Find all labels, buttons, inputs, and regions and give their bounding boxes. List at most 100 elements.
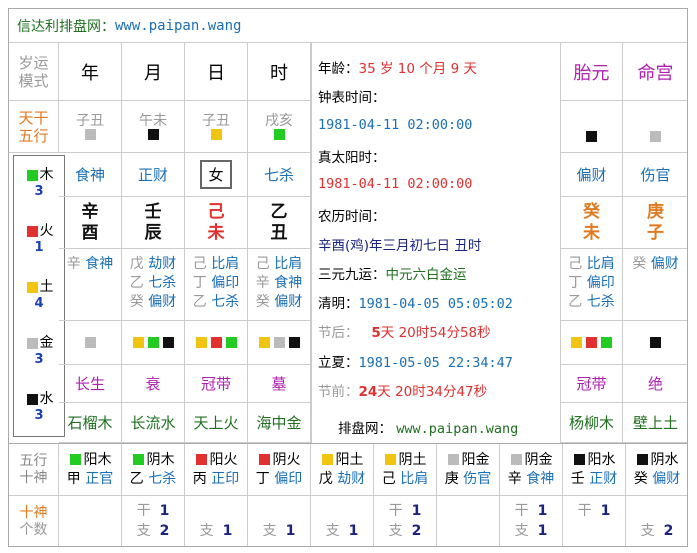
- tg-god: 正官: [85, 470, 114, 487]
- label-wuxing-shishen: 五行 十神: [9, 444, 59, 496]
- hidden-taiyuan-god-2: 偏印: [586, 274, 615, 291]
- count-zhi-value: 1: [285, 522, 296, 539]
- pillar-year: 辛酉: [59, 197, 122, 249]
- hidden-minggong-god-1: 偏财: [650, 256, 679, 272]
- count-cell: 支 1: [311, 496, 374, 546]
- hidden-day: 己 比肩 丁 偏印 乙 七杀: [185, 249, 248, 321]
- site-label-bottom: 排盘网：: [338, 421, 392, 437]
- stage-hour: 墓: [248, 365, 311, 403]
- header-minggong: 命宫: [623, 43, 687, 101]
- before-minutes: 34: [425, 384, 443, 400]
- nayin-minggong: 壁上土: [623, 403, 687, 443]
- label-tiangan-2: 五行: [18, 126, 49, 145]
- before-hours: 20: [395, 384, 413, 400]
- tg-element-square: [448, 454, 460, 466]
- label-bottom-2a: 十神: [19, 504, 48, 521]
- age-label: 年龄：: [318, 61, 359, 77]
- count-zhi-label: 支: [388, 522, 403, 539]
- kong-month: 午未: [122, 101, 185, 153]
- tg-yinyang: 阳土: [335, 451, 364, 468]
- tengod-cell: 阴金 辛 食神: [500, 444, 563, 496]
- site-url-bottom[interactable]: www.paipan.wang: [396, 421, 518, 437]
- label-tiangan-1: 天干: [18, 108, 49, 127]
- tengod-cell: 阴水 癸 偏财: [626, 444, 687, 496]
- water-label: 水: [39, 391, 54, 407]
- label-bottom-1b: 十神: [19, 469, 48, 486]
- square-day: [210, 129, 222, 141]
- kong-hour: 戌亥: [248, 101, 311, 153]
- count-cell: 干 1: [563, 496, 626, 546]
- count-cell: 支 1: [185, 496, 248, 546]
- nayin-month: 长流水: [122, 403, 185, 443]
- kong-taiyuan: [561, 101, 623, 153]
- tg-element-square: [70, 454, 82, 466]
- tg-god: 正印: [211, 470, 240, 487]
- count-gan-value: 1: [537, 502, 548, 519]
- age-days: 9: [450, 61, 460, 77]
- stem-minggong: 庚: [647, 202, 664, 223]
- tg-stem: 丁: [255, 470, 270, 487]
- sanyuan-row: 三元九运：中元六白金运: [318, 263, 467, 283]
- hidden-day-god-3: 七杀: [211, 293, 240, 310]
- before-days-unit: 天: [377, 384, 391, 400]
- after-minutes: 54: [429, 325, 447, 341]
- hidden-taiyuan-god-3: 七杀: [586, 293, 615, 310]
- after-label: 节后：: [318, 325, 359, 341]
- tengod-cell: 阴木 乙 七杀: [122, 444, 185, 496]
- gender-badge[interactable]: 女: [200, 160, 232, 189]
- hidden-month-stem-2: 乙: [129, 274, 144, 291]
- sanyuan-value: 中元六白金运: [385, 267, 467, 283]
- squares-day: [185, 321, 248, 365]
- branch-taiyuan: 未: [583, 222, 600, 243]
- earth-count: 4: [34, 296, 44, 311]
- wood-label: 木: [39, 167, 54, 183]
- branch-hour: 丑: [270, 222, 288, 243]
- square-month: [147, 129, 159, 141]
- qingming-value: 1981-04-05 05:05:02: [358, 296, 513, 312]
- hidden-month-god-2: 七杀: [148, 274, 177, 291]
- tg-stem: 辛: [507, 470, 522, 487]
- count-zhi-value: 2: [663, 522, 674, 539]
- tengod-hour: 七杀: [248, 153, 311, 197]
- tg-element-square: [385, 454, 397, 466]
- kong-month-text: 午未: [139, 112, 167, 129]
- site-row: 排盘网： www.paipan.wang: [338, 417, 518, 437]
- hidden-year-god-1: 食神: [85, 256, 114, 272]
- wood-square: [26, 169, 38, 181]
- tg-god: 伤官: [463, 470, 492, 487]
- site-url[interactable]: www.paipan.wang: [115, 18, 241, 34]
- water-count: 3: [34, 408, 44, 423]
- hidden-minggong: 癸 偏财: [623, 249, 687, 321]
- solar-value: 1981-04-11 02:00:00: [318, 176, 473, 192]
- pillar-month: 壬辰: [122, 197, 185, 249]
- element-water: 水 3: [14, 388, 64, 423]
- count-zhi-value: 1: [222, 522, 233, 539]
- before-minutes-unit: 分: [442, 384, 457, 400]
- hidden-month-god-1: 劫财: [148, 256, 177, 272]
- tengod-month: 正财: [122, 153, 185, 197]
- before-label: 节前：: [318, 384, 359, 400]
- hidden-day-stem-2: 丁: [192, 274, 207, 291]
- sq-day-1: [195, 337, 207, 348]
- nayin-day: 天上火: [185, 403, 248, 443]
- five-elements-panel: 木 3 火 1 土 4 金 3 水 3: [13, 155, 65, 437]
- age-unit-months: 个月: [419, 61, 447, 77]
- stem-month: 壬: [144, 202, 162, 223]
- element-wood: 木 3: [14, 164, 64, 199]
- lixia-label: 立夏：: [318, 355, 359, 371]
- fire-count: 1: [34, 240, 44, 255]
- tg-element-square: [259, 454, 271, 466]
- tengod-year: 食神: [59, 153, 122, 197]
- pillar-hour: 乙丑: [248, 197, 311, 249]
- kong-day-text: 子丑: [202, 112, 230, 129]
- hidden-month: 戊 劫财 乙 七杀 癸 偏财: [122, 249, 185, 321]
- hidden-month-stem-3: 癸: [129, 293, 144, 310]
- squares-year: [59, 321, 122, 365]
- fire-label: 火: [39, 223, 54, 239]
- sq-day-2: [210, 337, 222, 348]
- sq-month-3: [162, 337, 174, 348]
- count-zhi-label: 支: [262, 522, 277, 539]
- tg-yinyang: 阴土: [398, 451, 427, 468]
- count-cell: 支 1: [248, 496, 311, 546]
- age-unit-days: 天: [463, 61, 477, 77]
